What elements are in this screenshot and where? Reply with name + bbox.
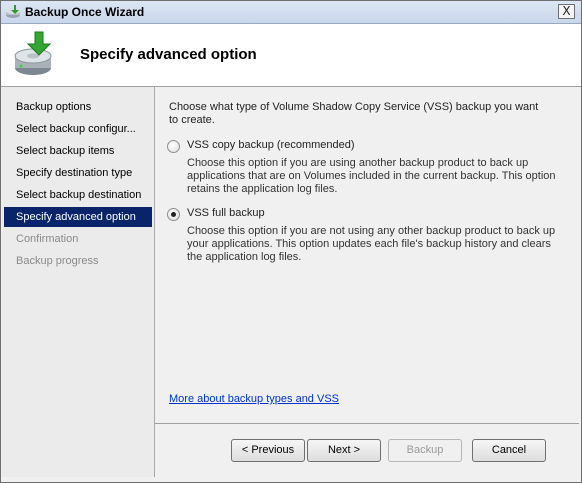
previous-button[interactable]: < Previous	[231, 439, 305, 462]
window-title: Backup Once Wizard	[25, 5, 145, 19]
step-select-backup-configuration[interactable]: Select backup configur...	[4, 119, 152, 139]
intro-text: Choose what type of Volume Shadow Copy S…	[169, 101, 539, 126]
vss-copy-backup-description: Choose this option if you are using anot…	[187, 157, 556, 195]
vss-copy-backup-label[interactable]: VSS copy backup (recommended)	[187, 139, 355, 151]
step-specify-advanced-option[interactable]: Specify advanced option	[4, 207, 152, 227]
wizard-steps: Backup options Select backup configur...…	[2, 87, 155, 477]
cancel-button[interactable]: Cancel	[472, 439, 546, 462]
vss-full-backup-description: Choose this option if you are not using …	[187, 225, 556, 263]
step-confirmation: Confirmation	[16, 233, 79, 245]
more-about-vss-link[interactable]: More about backup types and VSS	[169, 393, 339, 405]
close-icon: X	[562, 4, 571, 18]
vss-full-backup-label[interactable]: VSS full backup	[187, 207, 265, 219]
title-bar[interactable]: Backup Once Wizard X	[1, 1, 581, 24]
backup-button: Backup	[388, 439, 462, 462]
backup-disk-icon	[14, 31, 52, 75]
close-button[interactable]: X	[558, 4, 575, 19]
step-backup-options[interactable]: Backup options	[4, 97, 152, 117]
wizard-header: Specify advanced option	[1, 24, 581, 87]
backup-app-icon	[6, 5, 20, 18]
wizard-window: Backup Once Wizard X Specify advanced op…	[0, 0, 582, 483]
content-pane: Choose what type of Volume Shadow Copy S…	[155, 87, 579, 476]
step-specify-destination-type[interactable]: Specify destination type	[4, 163, 152, 183]
step-select-backup-destination[interactable]: Select backup destination	[4, 185, 152, 205]
page-title: Specify advanced option	[80, 46, 257, 63]
vss-copy-backup-radio[interactable]	[167, 140, 180, 153]
button-divider	[155, 423, 579, 424]
next-button[interactable]: Next >	[307, 439, 381, 462]
step-select-backup-items[interactable]: Select backup items	[4, 141, 152, 161]
vss-full-backup-radio[interactable]	[167, 208, 180, 221]
step-backup-progress: Backup progress	[16, 255, 99, 267]
